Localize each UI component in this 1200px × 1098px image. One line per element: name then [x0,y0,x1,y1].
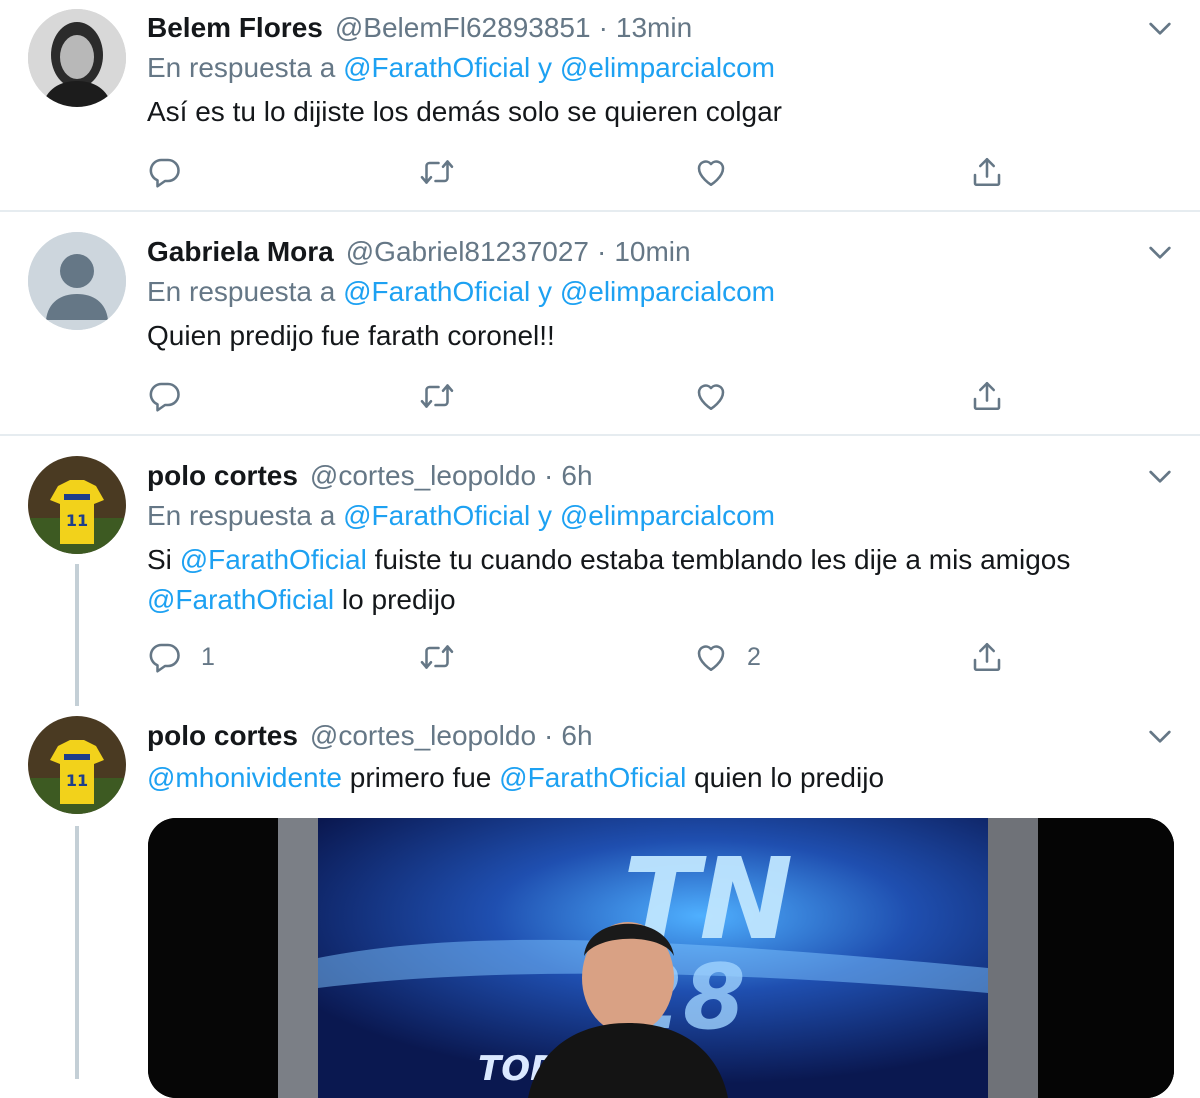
tweet-2[interactable]: Gabriela Mora @Gabriel81237027 · 10min E… [0,212,1200,435]
tweet-text: Así es tu lo dijiste los demás solo se q… [147,96,782,127]
like-count: 2 [747,642,761,671]
tweet-text: @mhonividente primero fue @FarathOficial… [147,758,1177,798]
reply-icon [147,639,183,675]
chevron-down-icon[interactable] [1144,12,1176,44]
retweet-button[interactable] [419,152,455,192]
avatar[interactable] [28,9,126,107]
like-icon [693,639,729,675]
timestamp[interactable]: 10min [614,236,690,268]
text-part: lo predijo [341,584,456,615]
text-part: Si [147,544,172,575]
text-part: fuiste tu cuando estaba temblando les di… [374,544,1071,575]
like-icon [693,154,729,190]
avatar[interactable]: 11 [28,456,126,554]
tweet-actions: 1 2 [147,637,1027,677]
retweet-icon [419,639,455,675]
mention-link[interactable]: @elimparcialcom [560,500,775,531]
reply-icon [147,154,183,190]
reply-count: 1 [201,642,215,671]
share-button[interactable] [969,376,1005,416]
mention-link[interactable]: @FarathOficial [180,544,367,575]
default-profile-icon [28,232,126,330]
tweet-text: Quien predijo fue farath coronel!! [147,320,555,351]
reply-button[interactable] [147,376,201,416]
user-name[interactable]: Gabriela Mora [147,236,334,268]
share-icon [969,154,1005,190]
timestamp[interactable]: 6h [561,720,592,752]
share-icon [969,639,1005,675]
mention-link[interactable]: @FarathOficial [343,276,530,307]
user-name[interactable]: polo cortes [147,460,298,492]
tweet-1[interactable]: Belem Flores @BelemFl62893851 · 13min En… [0,0,1200,211]
user-name[interactable]: polo cortes [147,720,298,752]
user-handle[interactable]: @cortes_leopoldo [310,720,536,752]
tweet-header: Belem Flores @BelemFl62893851 · 13min [147,8,692,48]
mention-link[interactable]: @FarathOficial [499,762,686,793]
reply-button[interactable] [147,152,201,192]
chevron-down-icon[interactable] [1144,236,1176,268]
text-part: primero fue [349,762,492,793]
reply-icon [147,378,183,414]
timestamp[interactable]: 13min [616,12,692,44]
profile-photo-icon [28,9,126,107]
chevron-down-icon[interactable] [1144,460,1176,492]
timestamp[interactable]: 6h [561,460,592,492]
separator-dot: · [544,720,554,751]
reply-prefix: En respuesta a [147,500,336,531]
reply-button[interactable]: 1 [147,637,215,677]
reply-context: En respuesta a @FarathOficial y @elimpar… [147,276,775,308]
avatar[interactable]: 11 [28,716,126,814]
reply-joiner: y [538,276,553,307]
tweet-header: polo cortes @cortes_leopoldo · 6h [147,716,593,756]
video-frame: TN 28 TOD [148,818,1174,1098]
like-icon [693,378,729,414]
retweet-icon [419,378,455,414]
reply-context: En respuesta a @FarathOficial y @elimpar… [147,52,775,84]
chevron-down-icon[interactable] [1144,720,1176,752]
share-button[interactable] [969,152,1005,192]
reply-prefix: En respuesta a [147,276,336,307]
avatar[interactable] [28,232,126,330]
reply-joiner: y [538,500,553,531]
text-part: quien lo predijo [694,762,885,793]
user-handle[interactable]: @Gabriel81237027 [346,236,589,268]
share-button[interactable] [969,637,1005,677]
like-button[interactable] [693,152,747,192]
tweet-text: Si @FarathOficial fuiste tu cuando estab… [147,540,1177,620]
reply-joiner: y [538,52,553,83]
like-button[interactable] [693,376,747,416]
separator-dot: · [544,460,554,491]
retweet-icon [419,154,455,190]
tweet-header: Gabriela Mora @Gabriel81237027 · 10min [147,232,691,272]
reply-context: En respuesta a @FarathOficial y @elimpar… [147,500,775,532]
retweet-button[interactable] [419,376,455,416]
retweet-button[interactable] [419,637,455,677]
mention-link[interactable]: @elimparcialcom [560,52,775,83]
share-icon [969,378,1005,414]
svg-text:11: 11 [66,771,88,790]
jersey-photo-icon: 11 [28,716,126,814]
tweet-actions [147,152,1027,192]
reply-prefix: En respuesta a [147,52,336,83]
separator-dot: · [598,12,608,43]
mention-link[interactable]: @FarathOficial [343,500,530,531]
user-handle[interactable]: @BelemFl62893851 [335,12,591,44]
mention-link[interactable]: @FarathOficial [147,584,334,615]
separator-dot: · [597,236,607,267]
tweet-3[interactable]: 11 polo cortes @cortes_leopoldo · 6h En … [0,436,1200,704]
jersey-photo-icon: 11 [28,456,126,554]
svg-text:11: 11 [66,511,88,530]
mention-link[interactable]: @mhonividente [147,762,342,793]
mention-link[interactable]: @elimparcialcom [560,276,775,307]
user-name[interactable]: Belem Flores [147,12,323,44]
like-button[interactable]: 2 [693,637,761,677]
video-thumbnail[interactable]: TN 28 TOD [148,818,1174,1098]
user-handle[interactable]: @cortes_leopoldo [310,460,536,492]
tweet-header: polo cortes @cortes_leopoldo · 6h [147,456,593,496]
mention-link[interactable]: @FarathOficial [343,52,530,83]
tweet-actions [147,376,1027,416]
